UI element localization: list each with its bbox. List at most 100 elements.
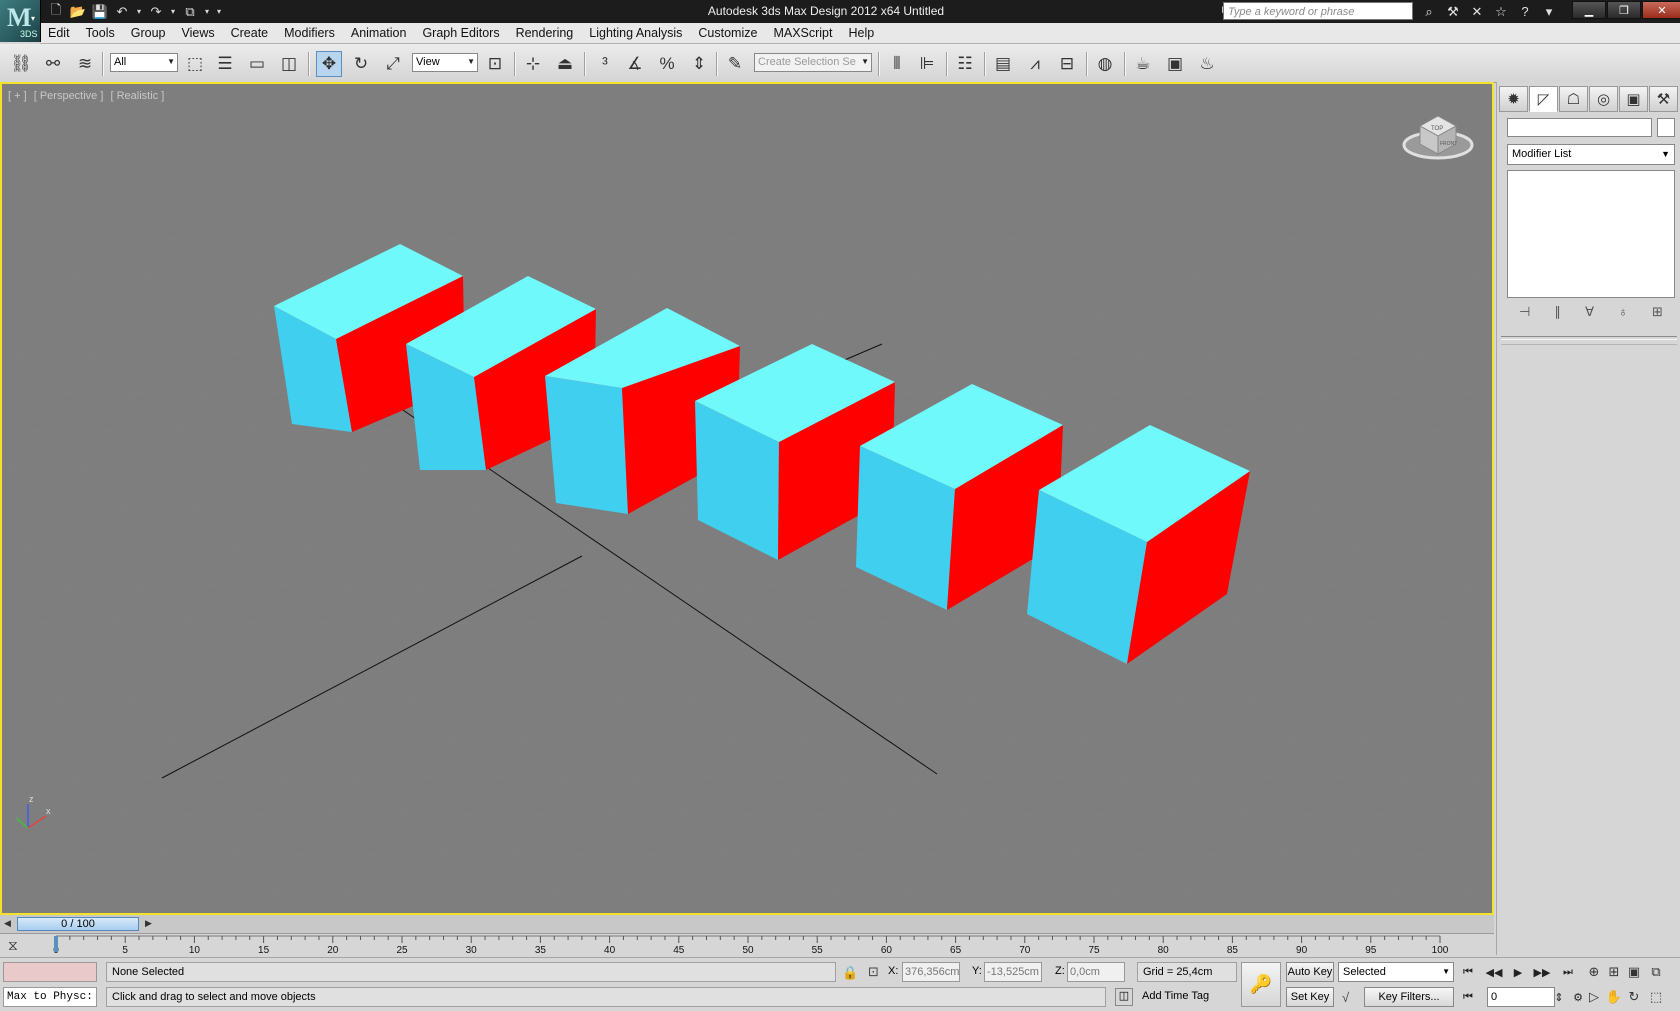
selection-lock-icon[interactable]: 🔒 — [842, 965, 858, 981]
menu-graph-editors[interactable]: Graph Editors — [414, 23, 507, 43]
go-to-start-icon[interactable]: ⏮ — [1458, 962, 1478, 982]
configure-modifier-sets-icon[interactable]: ⊞ — [1652, 304, 1663, 320]
add-time-tag-button[interactable]: Add Time Tag — [1137, 987, 1237, 1007]
reference-coordinate-dropdown[interactable]: View ▼ — [412, 53, 478, 72]
favorites-star-icon[interactable]: ☆ — [1490, 2, 1512, 21]
named-selection-sets-dropdown[interactable]: Create Selection Se ▼ — [754, 53, 872, 72]
play-icon[interactable]: ▶ — [1508, 962, 1528, 982]
maxscript-listener-input[interactable] — [3, 962, 97, 982]
percent-snap-icon[interactable]: % — [654, 51, 680, 77]
satellite-icon[interactable]: ✕ — [1466, 2, 1488, 21]
select-and-rotate-icon[interactable]: ↻ — [348, 51, 374, 77]
default-in-out-tangents-icon[interactable]: √ — [1342, 990, 1349, 1005]
menu-create[interactable]: Create — [223, 23, 277, 43]
zoom-all-icon[interactable]: ⊞ — [1604, 962, 1624, 982]
create-tab-icon[interactable]: ✹ — [1499, 86, 1528, 112]
pin-stack-icon[interactable]: ⊣ — [1519, 304, 1530, 320]
select-and-manipulate-icon[interactable]: ⊹ — [520, 51, 546, 77]
z-coordinate-field[interactable]: 0,0cm — [1067, 962, 1125, 982]
search-input[interactable]: Type a keyword or phrase — [1223, 2, 1413, 20]
rendered-frame-window-icon[interactable]: ▣ — [1162, 51, 1188, 77]
keyboard-shortcut-override-icon[interactable]: ⏏ — [552, 51, 578, 77]
menu-views[interactable]: Views — [173, 23, 222, 43]
select-and-move-icon[interactable]: ✥ — [316, 51, 342, 77]
utilities-tab-icon[interactable]: ⚒ — [1649, 86, 1678, 112]
make-unique-icon[interactable]: ∀ — [1585, 304, 1594, 320]
align-icon[interactable]: ⊫ — [914, 51, 940, 77]
zoom-icon[interactable]: ⊕ — [1584, 962, 1604, 982]
bind-to-space-warp-icon[interactable]: ≋ — [72, 51, 98, 77]
next-frame-icon[interactable]: ▶▶ — [1532, 962, 1552, 982]
help-icon[interactable]: ? — [1514, 2, 1536, 21]
selection-filter-dropdown[interactable]: All ▼ — [110, 53, 178, 72]
binoculars-icon[interactable]: ⌕ — [1418, 2, 1440, 21]
unlink-selection-icon[interactable]: ⚯ — [40, 51, 66, 77]
schematic-view-icon[interactable]: ⊟ — [1054, 51, 1080, 77]
perspective-viewport[interactable]: [ + ] [ Perspective ] [ Realistic ] z x — [0, 82, 1494, 915]
application-button[interactable]: M ▾ 3DS — [0, 0, 41, 42]
select-and-link-icon[interactable]: ⛓ — [8, 51, 34, 77]
curve-editor-icon[interactable]: ⩘ — [1022, 51, 1048, 77]
menu-group[interactable]: Group — [123, 23, 174, 43]
menu-maxscript[interactable]: MAXScript — [765, 23, 840, 43]
pivot-center-icon[interactable]: ⊡ — [482, 51, 508, 77]
motion-tab-icon[interactable]: ◎ — [1589, 86, 1618, 112]
modifier-stack[interactable] — [1507, 170, 1675, 298]
edit-named-selection-icon[interactable]: ✎ — [722, 51, 748, 77]
spinner-snap-icon[interactable]: ⇕ — [686, 51, 712, 77]
select-object-icon[interactable]: ⬚ — [182, 51, 208, 77]
time-slider-prev-icon[interactable]: ◀ — [4, 918, 11, 929]
show-end-result-icon[interactable]: ∥ — [1554, 304, 1561, 320]
render-production-icon[interactable]: ♨ — [1194, 51, 1220, 77]
material-editor-icon[interactable]: ◍ — [1092, 51, 1118, 77]
time-slider[interactable]: ◀ 0 / 100 ▶ — [0, 915, 1494, 934]
set-keys-key-icon[interactable]: 🔑 — [1241, 962, 1281, 1007]
current-frame-field[interactable]: 0 — [1487, 987, 1555, 1007]
viewcube[interactable]: TOP FRONT — [1402, 115, 1474, 160]
zoom-extents-all-icon[interactable]: ⧉ — [1646, 962, 1666, 982]
time-slider-next-icon[interactable]: ▶ — [145, 918, 152, 929]
graphite-modeling-tools-icon[interactable]: ▤ — [990, 51, 1016, 77]
select-and-scale-icon[interactable]: ⤢ — [380, 51, 406, 77]
menu-rendering[interactable]: Rendering — [508, 23, 582, 43]
modify-tab-icon[interactable]: ◸ — [1529, 86, 1558, 112]
render-setup-icon[interactable]: ☕ — [1130, 51, 1156, 77]
menu-customize[interactable]: Customize — [690, 23, 765, 43]
mirror-icon[interactable]: ⫴ — [884, 51, 910, 77]
auto-key-button[interactable]: Auto Key — [1286, 962, 1334, 982]
select-by-name-icon[interactable]: ☰ — [212, 51, 238, 77]
key-mode-toggle-icon[interactable]: ⏮ — [1458, 987, 1478, 1007]
x-coordinate-field[interactable]: 376,356cm — [902, 962, 960, 982]
menu-modifiers[interactable]: Modifiers — [276, 23, 343, 43]
maximize-viewport-icon[interactable]: ⬚ — [1646, 987, 1666, 1007]
maxscript-listener-output[interactable]: Max to Physc: — [3, 987, 97, 1007]
zoom-extents-icon[interactable]: ▣ — [1624, 962, 1644, 982]
display-tab-icon[interactable]: ▣ — [1619, 86, 1648, 112]
angle-snap-icon[interactable]: ∡ — [622, 51, 648, 77]
restore-icon[interactable]: ❐ — [1607, 1, 1641, 19]
communication-center-icon[interactable]: ⚒ — [1442, 2, 1464, 21]
orbit-icon[interactable]: ↻ — [1624, 987, 1644, 1007]
track-bar[interactable]: ⧖ 05101520253035404550556065707580859095… — [0, 934, 1494, 956]
help-dropdown-icon[interactable]: ▾ — [1538, 2, 1560, 21]
menu-help[interactable]: Help — [840, 23, 882, 43]
remove-modifier-icon[interactable]: ♁ — [1618, 304, 1628, 320]
snaps-toggle-icon[interactable]: ³ — [592, 51, 618, 77]
field-of-view-icon[interactable]: ▷ — [1584, 987, 1604, 1007]
y-coordinate-field[interactable]: -13,525cm — [984, 962, 1042, 982]
menu-lighting-analysis[interactable]: Lighting Analysis — [581, 23, 690, 43]
object-name-field[interactable] — [1507, 118, 1652, 137]
set-key-button[interactable]: Set Key — [1286, 987, 1334, 1007]
time-slider-thumb[interactable]: 0 / 100 — [17, 917, 139, 931]
time-tag-icon[interactable]: ◫ — [1115, 988, 1133, 1006]
key-filters-button[interactable]: Key Filters... — [1364, 987, 1454, 1007]
modifier-list-dropdown[interactable]: Modifier List ▼ — [1507, 144, 1675, 165]
box-left-face[interactable] — [545, 376, 628, 514]
menu-edit[interactable]: Edit — [40, 23, 78, 43]
object-color-swatch[interactable] — [1657, 118, 1675, 137]
window-crossing-icon[interactable]: ◫ — [276, 51, 302, 77]
go-to-end-icon[interactable]: ⏭ — [1558, 962, 1578, 982]
close-icon[interactable]: ✕ — [1642, 1, 1680, 19]
rectangular-selection-icon[interactable]: ▭ — [244, 51, 270, 77]
hierarchy-tab-icon[interactable]: ☖ — [1559, 86, 1588, 112]
